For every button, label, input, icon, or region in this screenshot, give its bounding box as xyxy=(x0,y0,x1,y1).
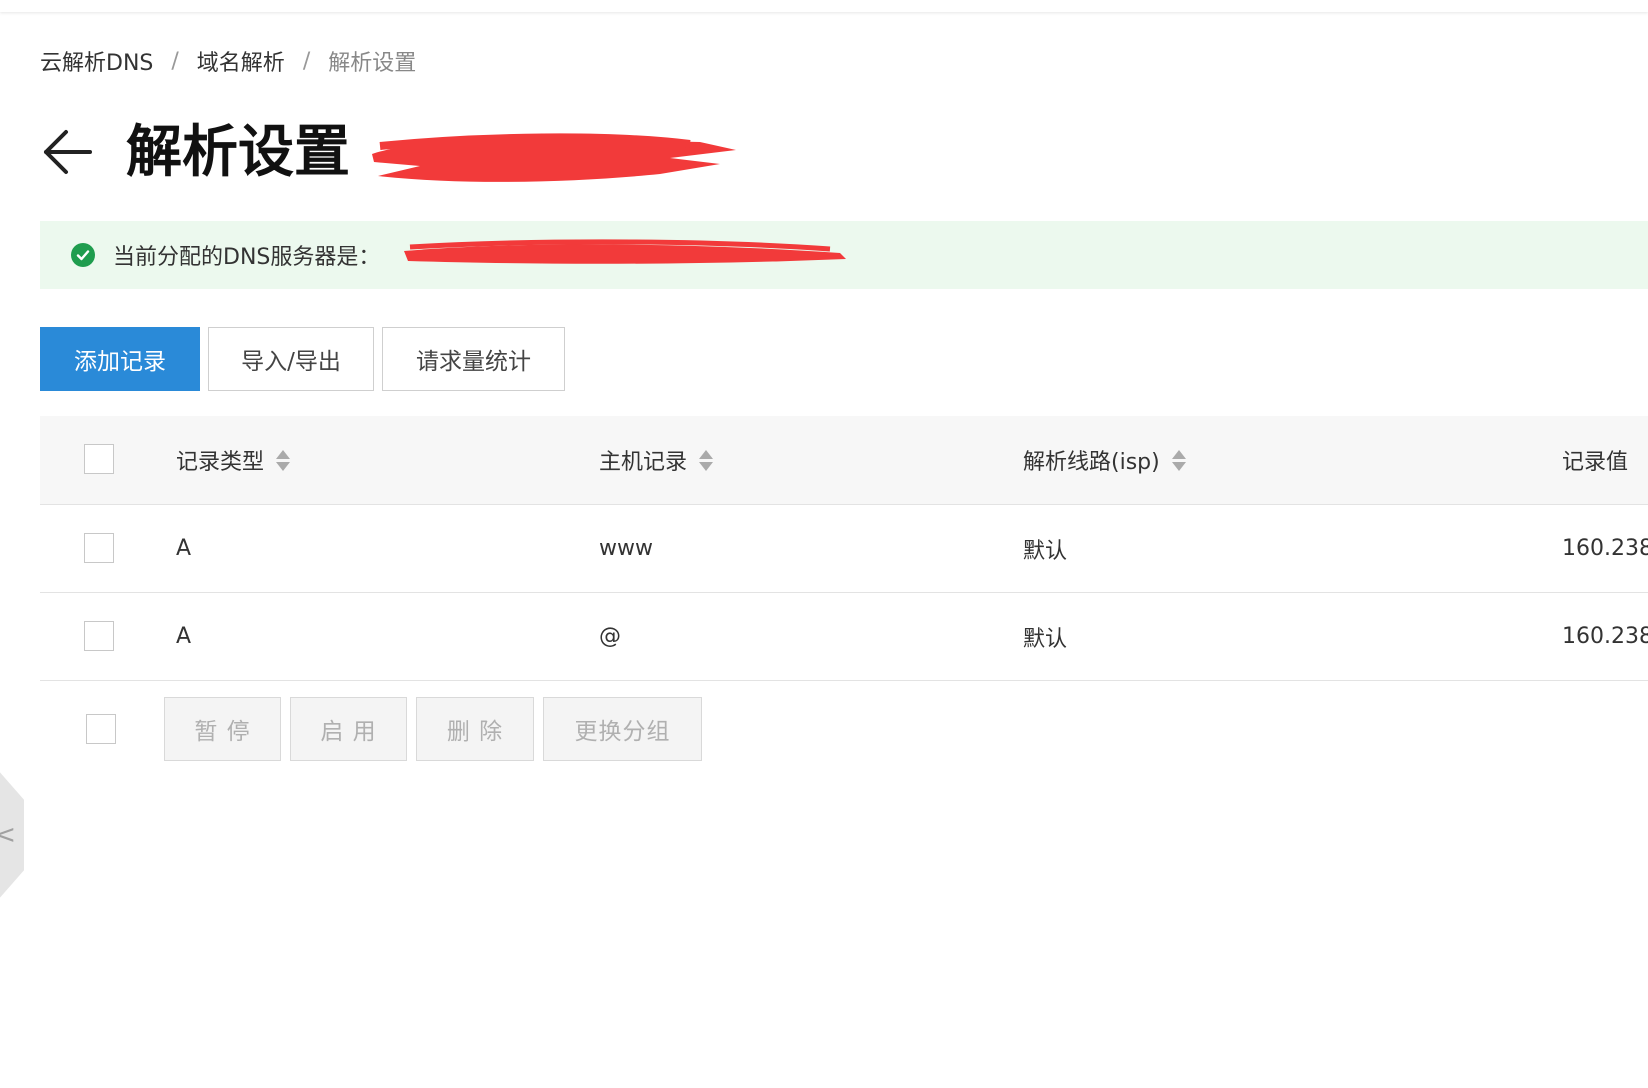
delete-button[interactable]: 删 除 xyxy=(416,697,534,761)
breadcrumb: 云解析DNS / 域名解析 / 解析设置 xyxy=(40,44,416,78)
page-title: 解析设置 xyxy=(126,120,350,185)
sort-icon[interactable] xyxy=(276,449,291,471)
sort-icon[interactable] xyxy=(699,449,714,471)
request-stats-button[interactable]: 请求量统计 xyxy=(382,327,565,391)
enable-button[interactable]: 启 用 xyxy=(290,697,407,761)
batch-actions: 暂 停 启 用 删 除 更换分组 xyxy=(40,697,1648,761)
sort-icon[interactable] xyxy=(1171,449,1186,471)
column-label: 记录值 xyxy=(1562,450,1629,475)
sidebar-collapse-toggle[interactable]: < xyxy=(0,772,24,898)
column-value: 记录值 xyxy=(1562,416,1628,504)
select-all-checkbox[interactable] xyxy=(84,444,114,474)
host-record: www xyxy=(599,536,653,561)
back-arrow-icon[interactable] xyxy=(40,124,96,180)
top-bar xyxy=(0,0,1648,12)
table-row: A @ 默认 160.238 xyxy=(40,593,1648,681)
column-line: 解析线路(isp) xyxy=(1023,416,1186,504)
record-value: 160.238 xyxy=(1562,536,1648,561)
record-toolbar: 添加记录 导入/导出 请求量统计 xyxy=(40,327,573,391)
pause-button[interactable]: 暂 停 xyxy=(164,697,281,761)
check-circle-icon xyxy=(71,243,95,267)
breadcrumb-domain-resolution[interactable]: 域名解析 xyxy=(197,45,285,77)
redaction-mark xyxy=(372,133,736,182)
breadcrumb-cloud-dns[interactable]: 云解析DNS xyxy=(40,45,153,77)
import-export-button[interactable]: 导入/导出 xyxy=(208,327,374,391)
resolution-line: 默认 xyxy=(1023,626,1068,652)
alert-message: 当前分配的DNS服务器是： xyxy=(113,245,381,270)
table-header: 记录类型 主机记录 解析线路(isp) 记录值 xyxy=(40,416,1648,505)
redaction-mark xyxy=(404,239,846,264)
records-table: 记录类型 主机记录 解析线路(isp) 记录值 A www 默认 160.238… xyxy=(40,416,1648,681)
change-group-button[interactable]: 更换分组 xyxy=(543,697,702,761)
resolution-line: 默认 xyxy=(1023,538,1068,564)
column-label: 主机记录 xyxy=(599,450,688,475)
batch-select-checkbox[interactable] xyxy=(86,714,116,744)
table-row: A www 默认 160.238 xyxy=(40,505,1648,593)
breadcrumb-separator: / xyxy=(171,48,179,74)
column-label: 解析线路(isp) xyxy=(1023,450,1160,475)
row-checkbox[interactable] xyxy=(84,621,114,651)
add-record-button[interactable]: 添加记录 xyxy=(40,327,200,391)
record-type: A xyxy=(176,536,192,561)
chevron-left-icon: < xyxy=(0,820,16,850)
record-type: A xyxy=(176,624,192,649)
host-record: @ xyxy=(599,624,621,649)
dns-server-alert: 当前分配的DNS服务器是： xyxy=(40,221,1648,289)
breadcrumb-separator: / xyxy=(302,48,311,74)
record-value: 160.238 xyxy=(1562,624,1648,649)
column-label: 记录类型 xyxy=(176,450,265,475)
page-header: 解析设置 xyxy=(40,110,780,196)
column-record-type: 记录类型 xyxy=(176,416,291,504)
column-host: 主机记录 xyxy=(599,416,714,504)
breadcrumb-current: 解析设置 xyxy=(328,51,417,76)
row-checkbox[interactable] xyxy=(84,533,114,563)
